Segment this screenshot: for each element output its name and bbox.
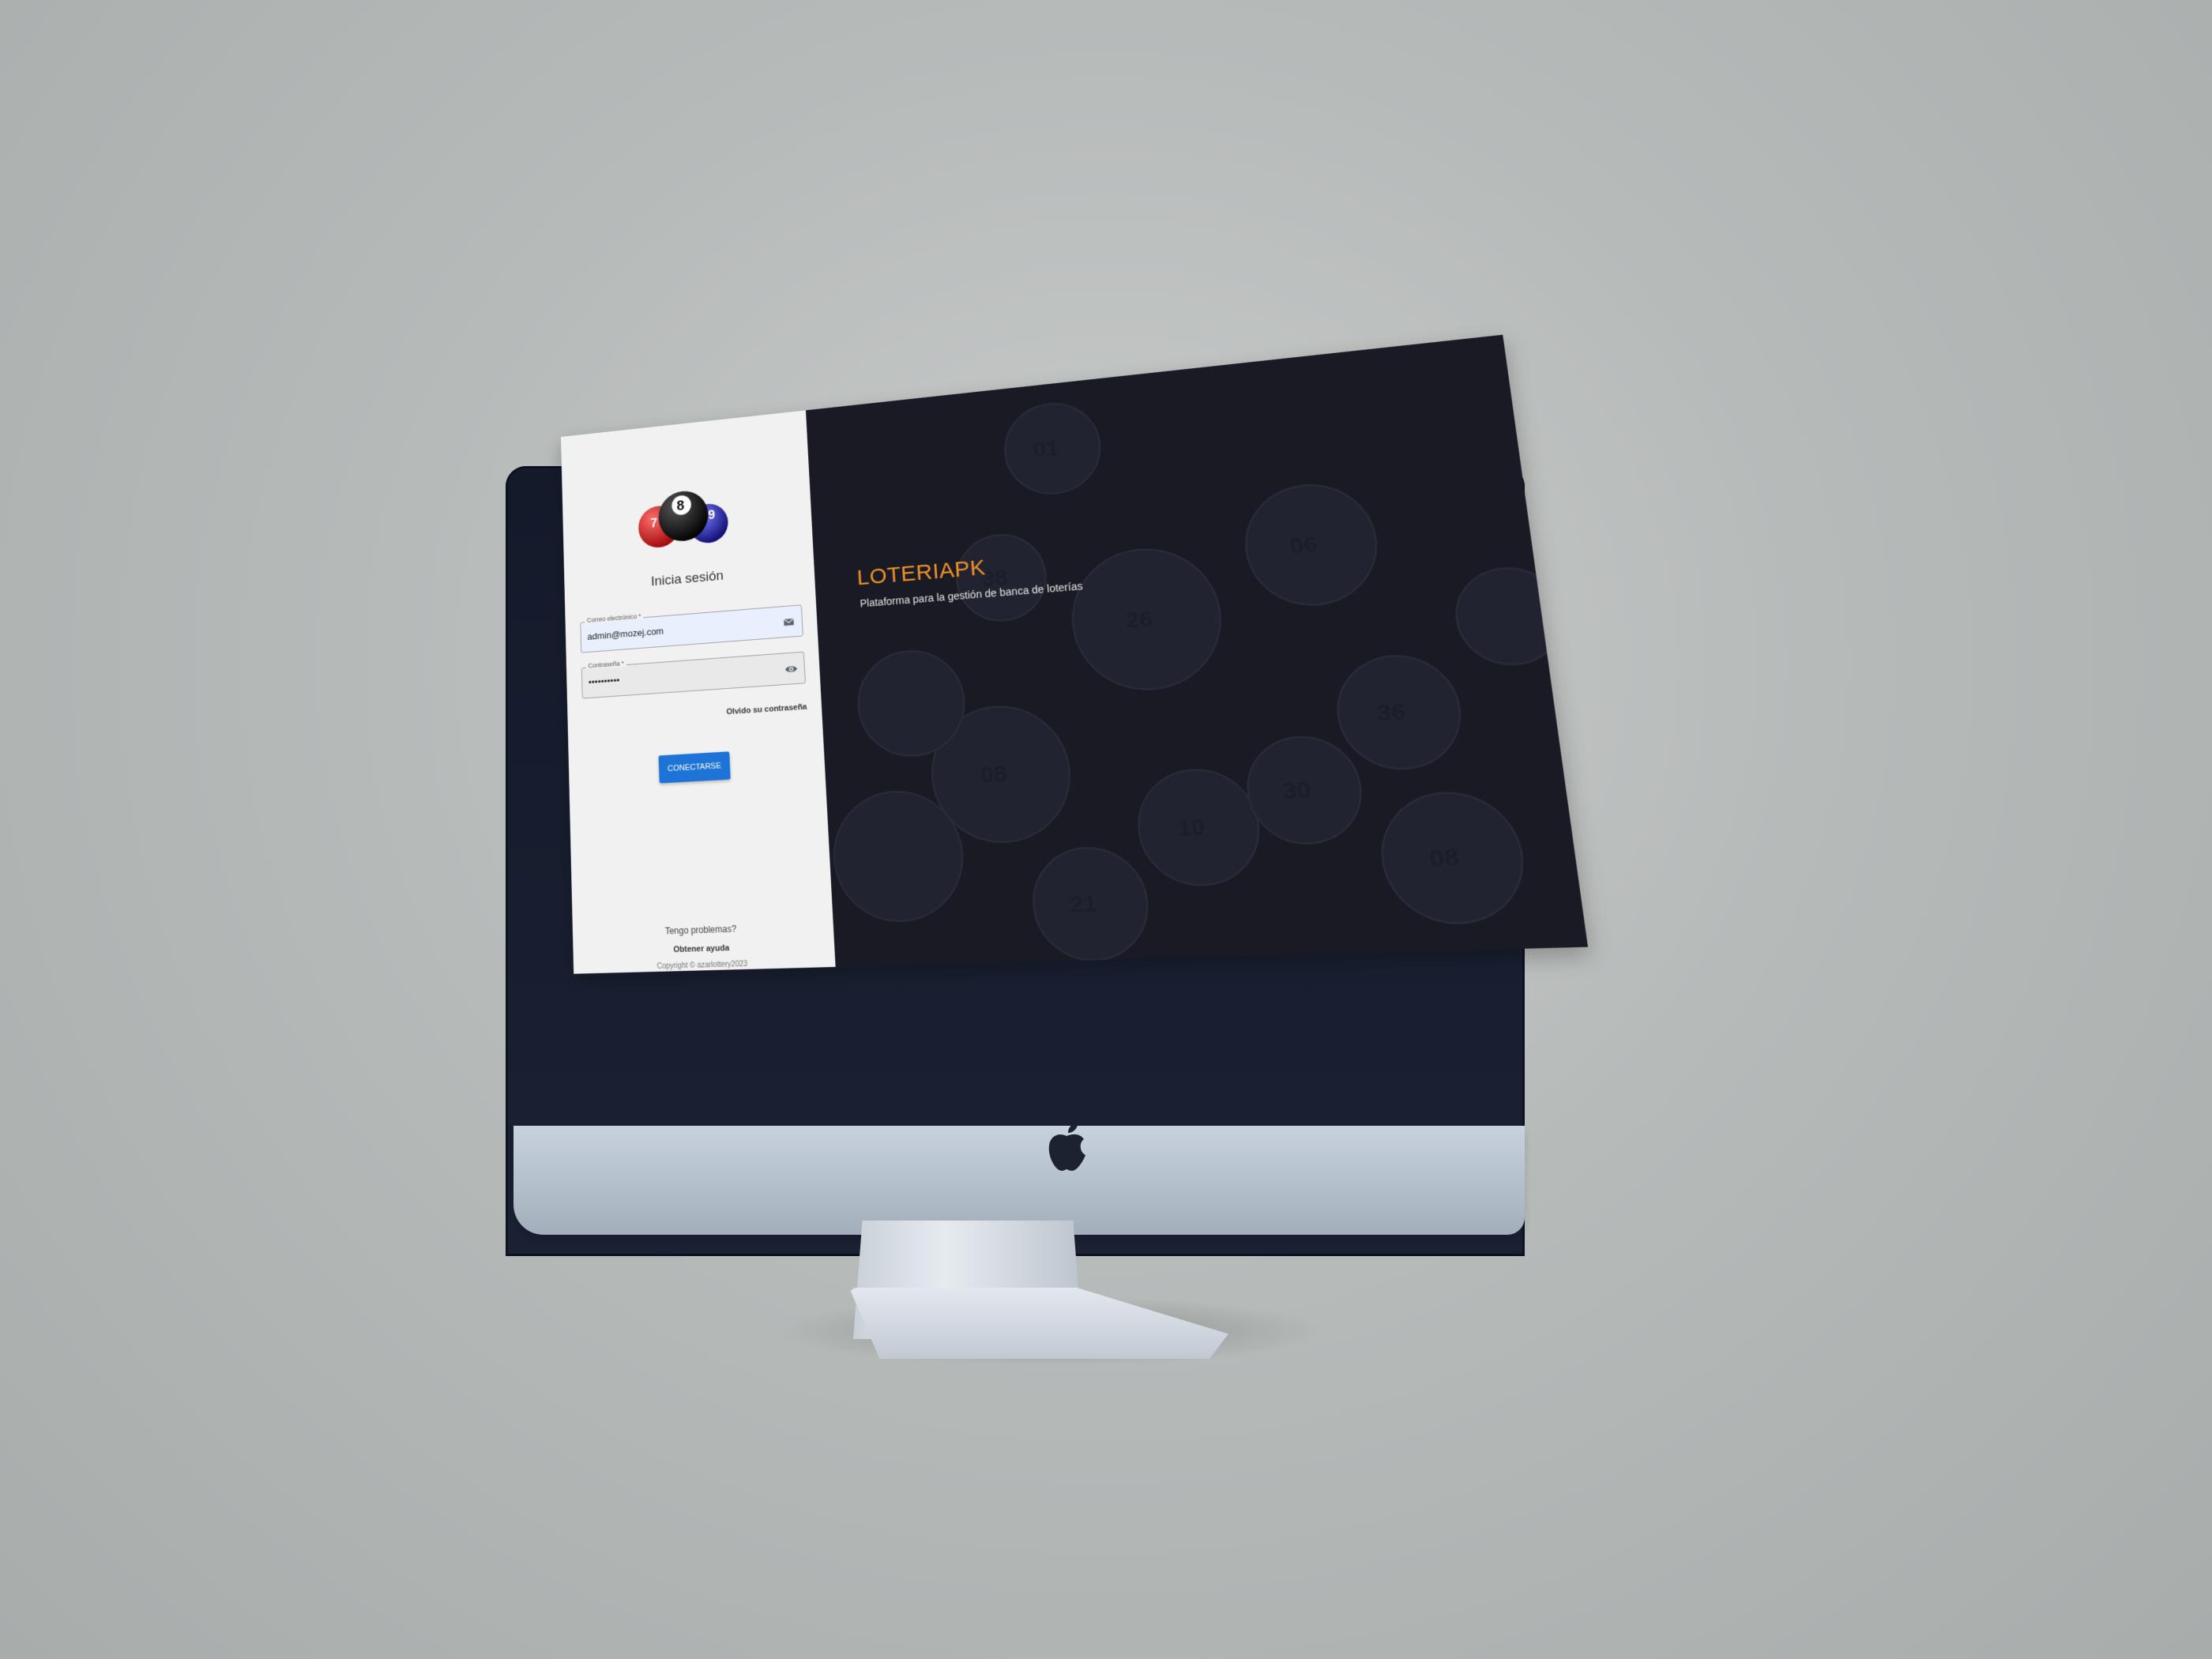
- svg-text:01: 01: [1033, 436, 1060, 463]
- connect-button[interactable]: CONECTARSE: [659, 751, 731, 783]
- forgot-password-link[interactable]: Olvido su contraseña: [726, 702, 807, 717]
- svg-text:9: 9: [708, 508, 716, 523]
- eye-icon[interactable]: [784, 662, 798, 676]
- svg-text:8: 8: [676, 498, 684, 514]
- get-help-link[interactable]: Obtener ayuda: [573, 940, 834, 957]
- lottery-balls-logo-icon: 7 9 8: [634, 477, 733, 555]
- svg-text:30: 30: [1281, 777, 1312, 805]
- mail-icon: [782, 615, 796, 630]
- svg-text:26: 26: [1125, 606, 1154, 634]
- login-panel: 7 9 8 Inicia sesión Correo electrónico *…: [561, 410, 836, 973]
- copyright-text: Copyright © azarlottery2023: [574, 957, 836, 973]
- svg-text:7: 7: [650, 516, 657, 530]
- password-label: Contraseña *: [586, 660, 626, 670]
- svg-text:36: 36: [1375, 698, 1408, 727]
- email-value[interactable]: admin@mozej.com: [587, 626, 664, 642]
- svg-text:21: 21: [1069, 890, 1098, 918]
- password-value[interactable]: ••••••••••: [589, 675, 620, 687]
- svg-text:10: 10: [1176, 814, 1206, 841]
- problems-text: Tengo problemas?: [573, 920, 833, 939]
- email-field[interactable]: Correo electrónico * admin@mozej.com: [580, 604, 803, 653]
- login-title: Inicia sesión: [564, 561, 814, 597]
- password-field[interactable]: Contraseña * ••••••••••: [581, 652, 806, 699]
- screen: 7 9 8 Inicia sesión Correo electrónico *…: [561, 335, 1588, 974]
- email-label: Correo electrónico *: [585, 612, 643, 624]
- svg-text:08: 08: [980, 761, 1007, 788]
- hero-panel: 01 38 26 06 08 10 30 36 08 21 LOTERIAPK …: [806, 335, 1588, 967]
- svg-text:08: 08: [1428, 844, 1461, 873]
- svg-text:06: 06: [1288, 532, 1319, 559]
- lottery-balls-background-image: 01 38 26 06 08 10 30 36 08 21: [806, 335, 1588, 967]
